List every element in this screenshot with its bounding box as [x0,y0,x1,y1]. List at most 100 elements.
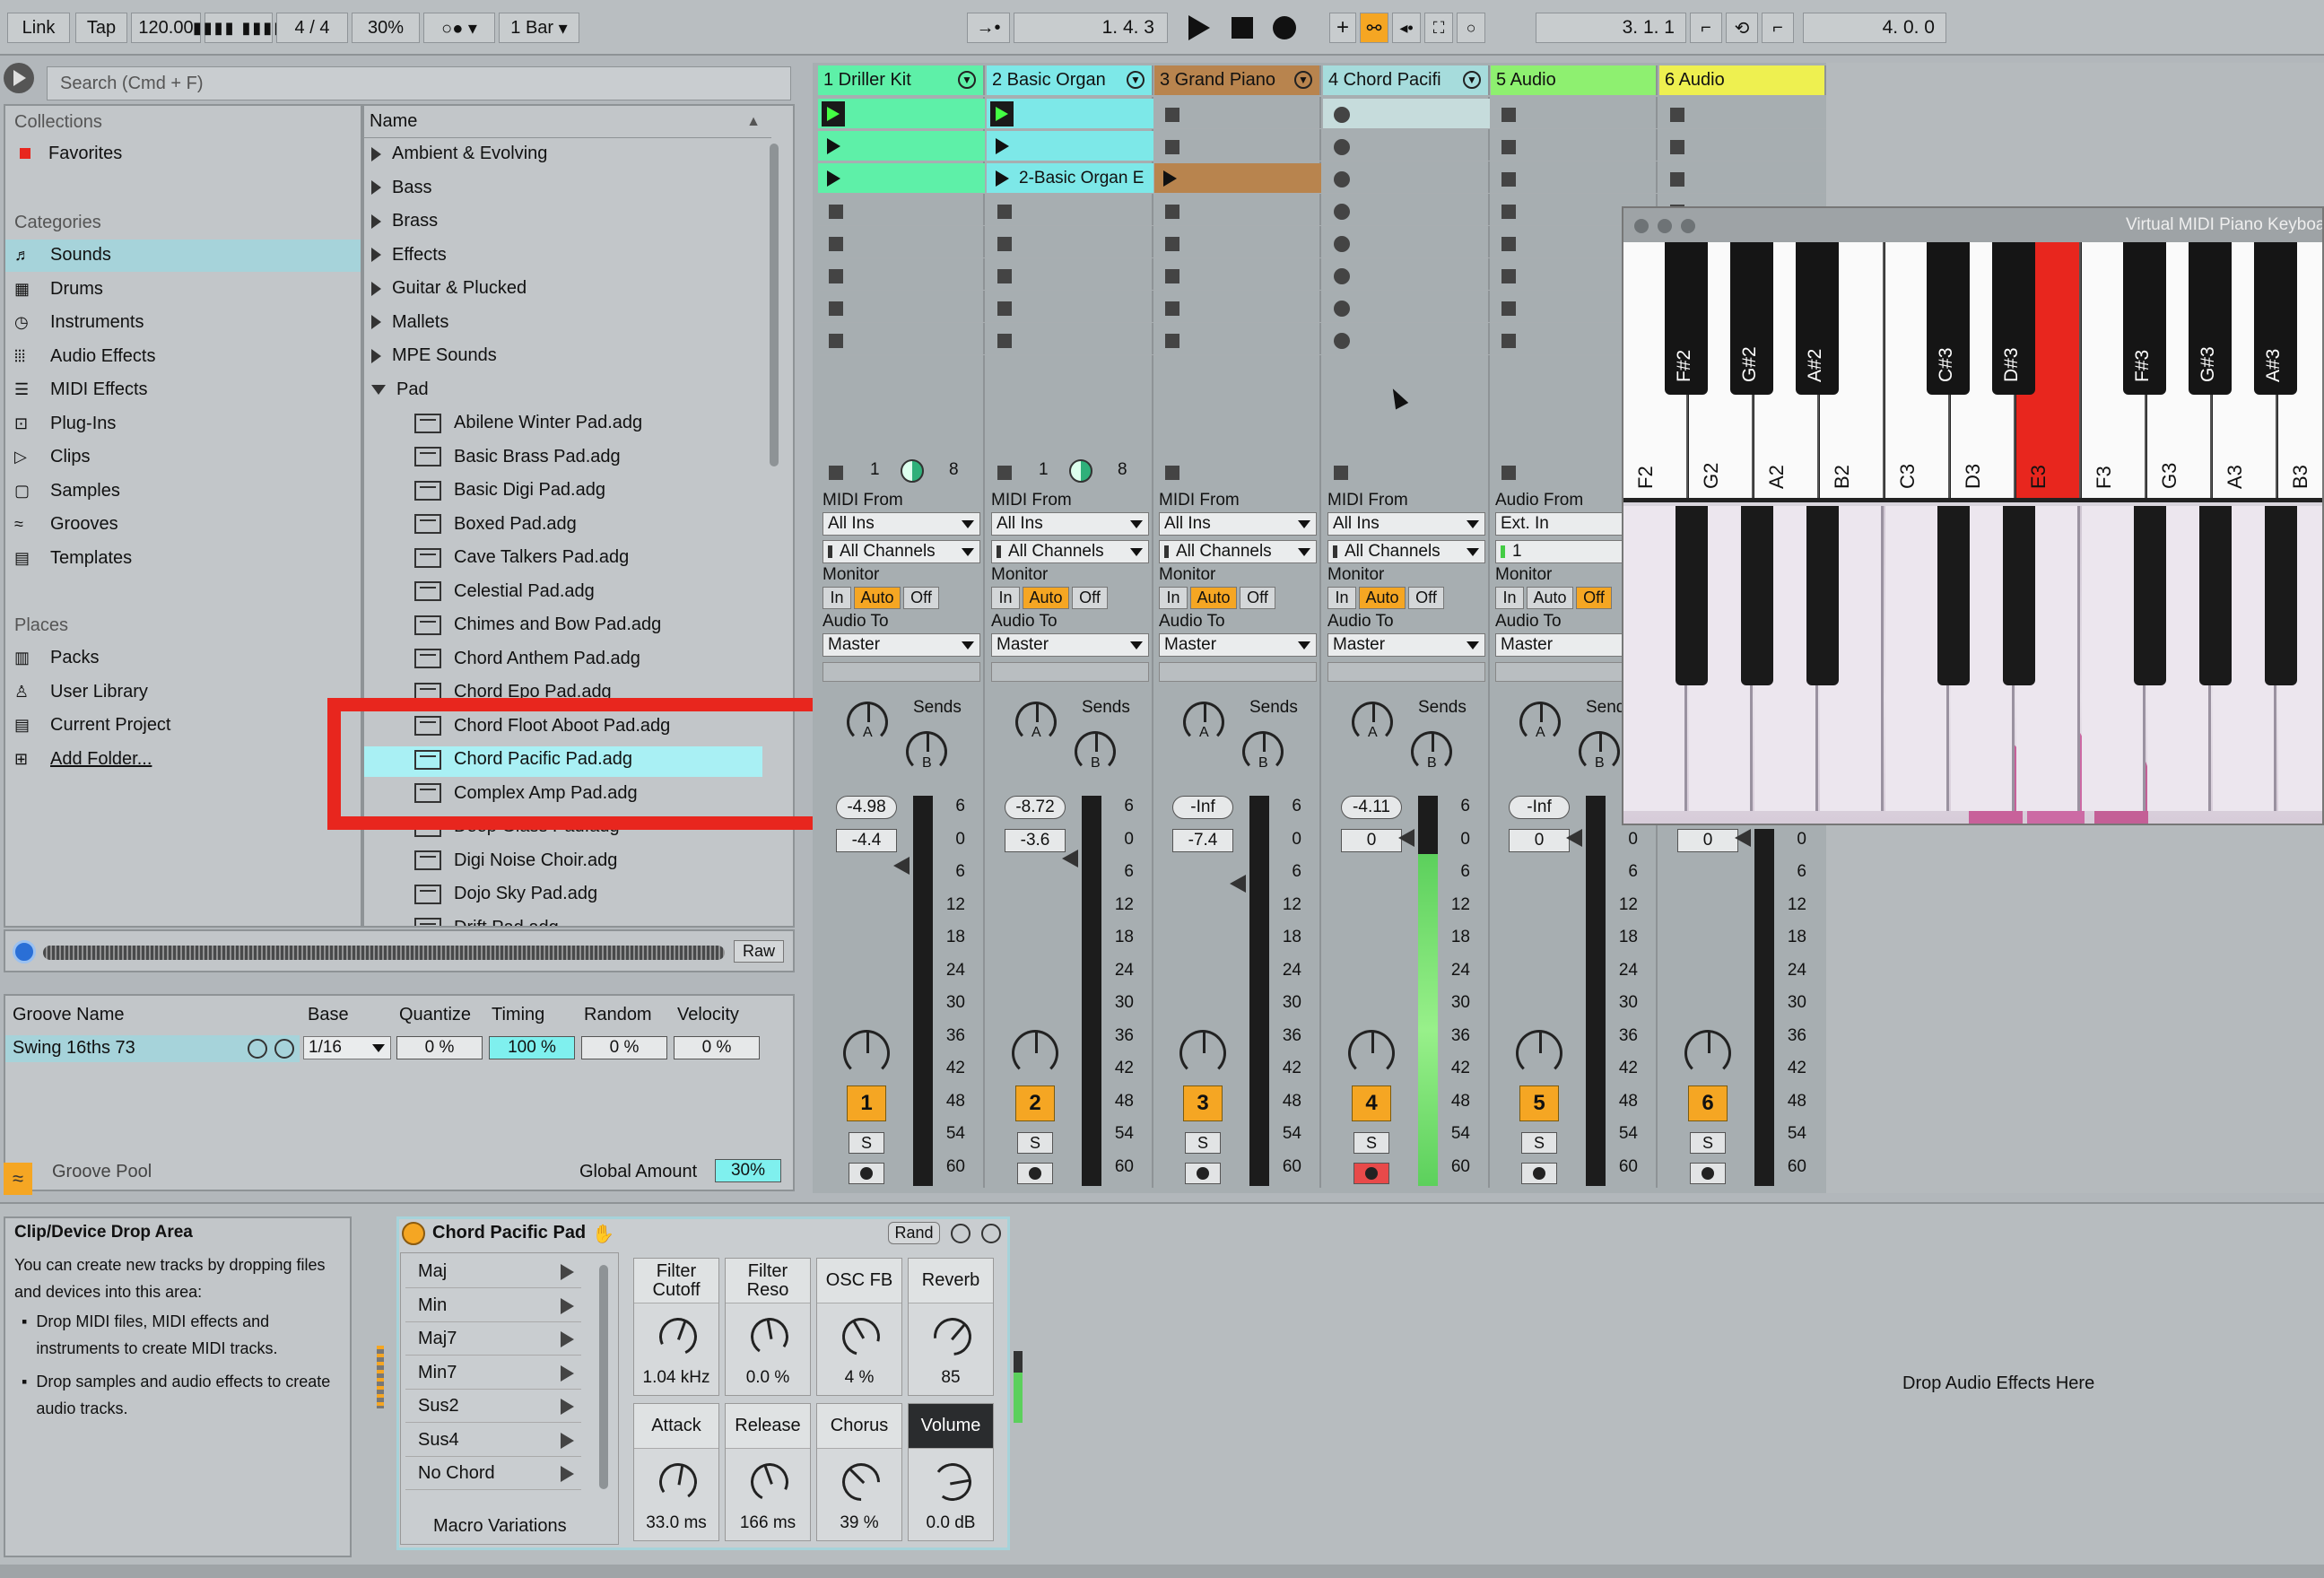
stop-button[interactable] [1232,17,1253,39]
track-header[interactable]: 3 Grand Piano ▼ [1154,65,1321,95]
piano-black-key[interactable]: G#2 [1730,242,1773,395]
monitor-in-button[interactable]: In [991,587,1020,609]
volume-value[interactable]: -4.4 [836,829,897,852]
tap-tempo-button[interactable]: Tap [75,13,127,43]
track-header[interactable]: 1 Driller Kit ▼ [818,65,985,95]
track-fold-icon[interactable]: ▼ [958,71,976,89]
clip-slot[interactable] [1154,99,1321,129]
metronome-toggle[interactable]: ○● ▾ [423,13,495,43]
track-header[interactable]: 6 Audio [1659,65,1826,95]
loop-start-field[interactable]: 3. 1. 1 [1536,13,1686,43]
clip-stop-icon[interactable] [997,205,1012,219]
clip-stop-icon[interactable] [997,334,1012,348]
clip-stop-icon[interactable] [1501,108,1516,122]
session-record-button[interactable]: ○ [1457,13,1485,43]
macro-variation-item[interactable]: Maj7 [405,1323,581,1356]
track-header[interactable]: 4 Chord Pacifi ▼ [1323,65,1490,95]
monitor-off-button[interactable]: Off [1072,587,1108,609]
follow-arrow-button[interactable]: →• [967,13,1010,43]
clip-slot[interactable] [818,292,985,323]
track-fold-icon[interactable]: ▼ [1463,71,1481,89]
clip-stop-icon[interactable] [829,334,843,348]
audio-effects-drop-area[interactable] [1028,1216,2320,1557]
clip-stop-icon[interactable] [829,269,843,283]
preset-file-item[interactable]: Chimes and Bow Pad.adg [414,615,661,635]
macro-knob[interactable] [656,1460,701,1504]
clip-slot[interactable] [987,228,1153,258]
groove-random-field[interactable]: 0 % [581,1036,667,1059]
device-save-icon[interactable] [981,1224,1001,1243]
clip-slot[interactable] [1491,131,1658,161]
category-samples[interactable]: ▢ Samples [14,481,120,501]
arrangement-position-field[interactable]: 1. 4. 3 [1014,13,1168,43]
clip-stop-icon[interactable] [1501,334,1516,348]
volume-value[interactable]: -3.6 [1005,829,1066,852]
track-activator-button[interactable]: 5 [1519,1085,1559,1121]
stop-clips-button[interactable] [1334,466,1348,480]
clip-record-icon[interactable] [1334,139,1350,155]
clip-slot[interactable] [1659,99,1826,129]
clip-stop-icon[interactable] [1501,140,1516,154]
macro-variation-item[interactable]: Min7 [405,1357,581,1390]
launch-variation-icon[interactable] [561,1297,574,1314]
clip-stop-icon[interactable] [997,269,1012,283]
automation-arm-button[interactable]: ⚯ [1360,13,1388,43]
clip-stop-icon[interactable] [1501,301,1516,316]
preset-file-item[interactable]: Digi Noise Choir.adg [414,850,617,871]
groove-name[interactable]: Swing 16ths 73 [13,1038,135,1059]
place-current-project[interactable]: ▤ Current Project [14,715,171,736]
macro-variation-item[interactable]: Sus4 [405,1425,581,1457]
track-activator-button[interactable]: 3 [1183,1085,1223,1121]
clip-stop-icon[interactable] [1670,172,1684,187]
macro-knob-control[interactable]: Volume 0.0 dB [908,1403,994,1541]
pan-value[interactable]: -Inf [1172,796,1233,819]
clip-stop-icon[interactable] [1165,205,1179,219]
monitor-off-button[interactable]: Off [1240,587,1275,609]
input-channel-dropdown[interactable]: All Channels [1159,540,1317,563]
category-plug-ins[interactable]: ⊡ Plug-Ins [14,414,116,434]
macro-knob-control[interactable]: Attack 33.0 ms [633,1403,719,1541]
launch-variation-icon[interactable] [561,1399,574,1415]
track-header[interactable]: 5 Audio [1491,65,1658,95]
solo-button[interactable]: S [1353,1132,1389,1154]
monitor-auto-button[interactable]: Auto [854,587,901,609]
preset-file-item[interactable]: Dojo Sky Pad.adg [414,884,597,904]
macro-variation-item[interactable]: Sus2 [405,1391,581,1423]
input-source-dropdown[interactable]: All Ins [1159,512,1317,536]
nudge-buttons[interactable]: ▮▮▮▮ ▮▮▮▮ [193,13,283,43]
monitor-in-button[interactable]: In [1159,587,1188,609]
piano-black-key[interactable]: G#3 [2189,242,2232,395]
arm-button[interactable] [849,1163,884,1184]
clip-slot[interactable] [987,196,1153,226]
clip-stop-icon[interactable] [1165,237,1179,251]
raw-button[interactable]: Raw [734,940,784,963]
clip-slot[interactable] [1323,292,1490,323]
stop-clips-button[interactable] [1165,466,1179,480]
pan-value[interactable]: -4.11 [1341,796,1402,819]
clip-slot[interactable] [1154,228,1321,258]
macro-knob[interactable] [835,1311,887,1363]
piano-black-key[interactable]: F#3 [2123,242,2166,395]
clip-record-icon[interactable] [1334,333,1350,349]
groove-timing-field[interactable]: 100 % [489,1036,575,1059]
groove-pool-icon[interactable]: ≈ [4,1163,32,1195]
clip-slot[interactable] [1323,99,1490,129]
clip-slot[interactable] [818,163,985,194]
input-source-dropdown[interactable]: All Ins [991,512,1149,536]
track-activator-button[interactable]: 1 [847,1085,886,1121]
clip-slot[interactable] [987,325,1153,355]
browser-scrollbar[interactable] [770,144,779,466]
macro-variation-item[interactable]: No Chord [405,1458,581,1490]
stop-clips-button[interactable] [1501,466,1516,480]
macro-knob-control[interactable]: OSC FB 4 % [816,1258,902,1396]
solo-button[interactable]: S [1690,1132,1726,1154]
clip-slot[interactable]: 2-Basic Organ E [987,163,1153,194]
input-channel-dropdown[interactable]: All Channels [823,540,980,563]
macro-knob[interactable] [926,1310,979,1364]
clip-slot[interactable] [1659,163,1826,194]
monitor-in-button[interactable]: In [1495,587,1524,609]
preset-file-item[interactable]: Chord Anthem Pad.adg [414,649,640,669]
preset-file-item[interactable]: Basic Brass Pad.adg [414,447,621,467]
loop-length-field[interactable]: 4. 0. 0 [1803,13,1946,43]
clip-record-icon[interactable] [1334,204,1350,220]
